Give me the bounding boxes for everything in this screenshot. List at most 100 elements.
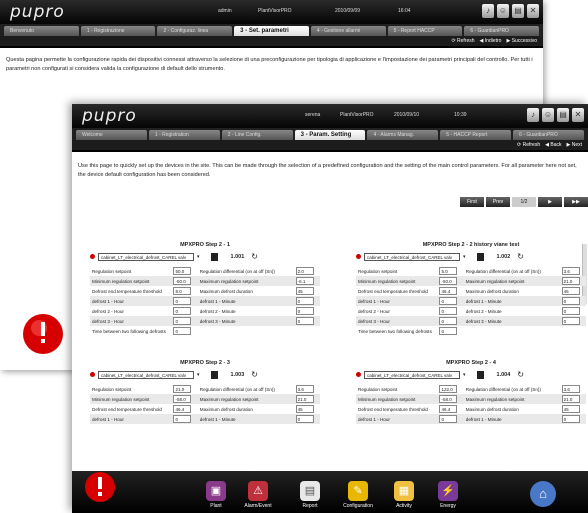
print-icon[interactable]: ▤ <box>557 108 569 122</box>
param-input[interactable]: 21.0 <box>295 395 314 403</box>
param-input[interactable]: -6.1 <box>295 277 314 285</box>
param-input[interactable]: 0 <box>173 415 192 423</box>
front-tab-0[interactable]: Welcome <box>76 130 147 140</box>
param-input[interactable]: 0 <box>295 307 314 315</box>
mute-icon[interactable]: ♪ <box>482 4 494 18</box>
param-input[interactable]: 45 <box>561 405 580 413</box>
chevron-down-icon[interactable]: ▾ <box>197 254 200 260</box>
param-input[interactable]: -50.0 <box>439 277 458 285</box>
param-input[interactable]: 0 <box>561 307 580 315</box>
pager-next-button[interactable]: ▶ <box>538 197 562 207</box>
front-tab-3[interactable]: 3 - Param. Setting <box>294 130 366 140</box>
print-icon[interactable]: ▤ <box>512 4 524 18</box>
param-input[interactable]: 3.6 <box>561 385 580 393</box>
param-input[interactable]: 0 <box>561 297 580 305</box>
back-next-button[interactable]: ▶ Successivo <box>506 38 537 44</box>
param-input[interactable]: 21.0 <box>173 385 192 393</box>
param-input[interactable]: 0 <box>561 317 580 325</box>
config-select[interactable]: cabinet_LT_electrical_defrost_CAREL valv <box>98 252 194 261</box>
param-input[interactable]: 3.6 <box>295 385 314 393</box>
back-tab-5[interactable]: 5 - Report HACCP <box>387 26 463 36</box>
home-icon[interactable]: ⌂ <box>530 481 556 507</box>
chevron-down-icon[interactable]: ▾ <box>197 372 200 378</box>
param-input[interactable]: 45 <box>561 287 580 295</box>
param-input[interactable]: 0 <box>173 297 192 305</box>
front-tab-5[interactable]: 5 - HACCP Report <box>440 130 512 140</box>
param-input[interactable]: 0 <box>439 327 458 335</box>
alarm-event-button[interactable]: ⚠ Alarm/Event <box>240 481 276 509</box>
pager-last-button[interactable]: ▶▶ <box>564 197 588 207</box>
param-input[interactable]: 2.0 <box>295 267 314 275</box>
close-icon[interactable]: ✕ <box>527 4 539 18</box>
param-input[interactable]: 0 <box>173 307 192 315</box>
param-input[interactable]: -58.0 <box>173 395 192 403</box>
apply-icon[interactable]: ↻ <box>517 252 524 261</box>
param-input[interactable]: 46.4 <box>173 405 192 413</box>
param-input[interactable]: 122.0 <box>439 385 458 393</box>
param-input[interactable]: 0 <box>173 317 192 325</box>
folder-icon[interactable] <box>476 252 484 261</box>
param-input[interactable]: 0 <box>439 307 458 315</box>
user-icon[interactable]: ☺ <box>497 4 509 18</box>
alarm-bell-icon[interactable] <box>82 470 118 509</box>
front-tab-4[interactable]: 4 - Alarms Manag. <box>367 130 439 140</box>
param-input[interactable]: 0 <box>439 297 458 305</box>
param-input[interactable]: 45 <box>295 405 314 413</box>
report-button[interactable]: ▤ Report <box>292 481 328 509</box>
param-input[interactable]: 21.0 <box>561 277 580 285</box>
param-input[interactable]: 45 <box>295 287 314 295</box>
param-input[interactable]: 5.0 <box>439 267 458 275</box>
back-refresh-button[interactable]: ⟳ Refresh <box>451 38 474 44</box>
apply-icon[interactable]: ↻ <box>251 370 258 379</box>
back-tab-0[interactable]: Benvenuto <box>4 26 79 36</box>
param-input[interactable]: -58.0 <box>439 395 458 403</box>
back-tab-2[interactable]: 2 - Configuraz. linea <box>157 26 233 36</box>
param-input[interactable]: 8.0 <box>173 287 192 295</box>
config-select[interactable]: cabinet_LT_electrical_defrost_CAREL valv <box>364 252 460 261</box>
front-refresh-button[interactable]: ⟳ Refresh <box>517 142 540 148</box>
param-input[interactable]: 0 <box>295 317 314 325</box>
param-input[interactable]: 0 <box>295 297 314 305</box>
front-tab-2[interactable]: 2 - Line Config. <box>221 130 293 140</box>
pager-prev-button[interactable]: Prev <box>486 197 510 207</box>
param-input[interactable]: 50.0 <box>173 267 192 275</box>
config-select[interactable]: cabinet_LT_electrical_defrost_CAREL valv <box>364 370 460 379</box>
front-back-button[interactable]: ◀ Back <box>545 142 561 148</box>
configuration-button[interactable]: ✎ Configuration <box>340 481 376 509</box>
param-input[interactable]: 0 <box>173 327 192 335</box>
back-alarm-icon[interactable] <box>14 308 72 358</box>
apply-icon[interactable]: ↻ <box>517 370 524 379</box>
param-label: Regulation setpoint <box>358 386 398 392</box>
param-input[interactable]: -50.0 <box>173 277 192 285</box>
energy-button[interactable]: ⚡ Energy <box>430 481 466 509</box>
back-back-button[interactable]: ◀ Indietro <box>480 38 502 44</box>
param-input[interactable]: 0 <box>439 415 458 423</box>
back-tab-3[interactable]: 3 - Set. parametri <box>234 26 309 36</box>
pager-first-button[interactable]: First <box>460 197 484 207</box>
param-input[interactable]: 0 <box>439 317 458 325</box>
chevron-down-icon[interactable]: ▾ <box>463 372 466 378</box>
folder-icon[interactable] <box>476 370 484 379</box>
front-tab-1[interactable]: 1 - Registration <box>148 130 220 140</box>
close-icon[interactable]: ✕ <box>572 108 584 122</box>
mute-icon[interactable]: ♪ <box>527 108 539 122</box>
front-next-button[interactable]: ▶ Next <box>566 142 582 148</box>
folder-icon[interactable] <box>210 252 218 261</box>
activity-button[interactable]: ▦ Activity <box>386 481 422 509</box>
back-tab-1[interactable]: 1 - Registrazione <box>80 26 156 36</box>
config-select[interactable]: cabinet_LT_electrical_defrost_CAREL valv <box>98 370 194 379</box>
apply-icon[interactable]: ↻ <box>251 252 258 261</box>
front-tab-6[interactable]: 6 - GuardianPRO <box>513 130 585 140</box>
chevron-down-icon[interactable]: ▾ <box>463 254 466 260</box>
param-input[interactable]: 0 <box>295 415 314 423</box>
param-input[interactable]: 46.4 <box>439 405 458 413</box>
folder-icon[interactable] <box>210 370 218 379</box>
param-input[interactable]: 3.6 <box>561 267 580 275</box>
plant-button[interactable]: ▣ Plant <box>198 481 234 509</box>
param-input[interactable]: 21.0 <box>561 395 580 403</box>
back-tab-4[interactable]: 4 - Gestione allarmi <box>310 26 386 36</box>
user-icon[interactable]: ☺ <box>542 108 554 122</box>
back-tab-6[interactable]: 6 - GuardianPRO <box>464 26 540 36</box>
param-input[interactable]: 46.4 <box>439 287 458 295</box>
param-input[interactable]: 0 <box>561 415 580 423</box>
